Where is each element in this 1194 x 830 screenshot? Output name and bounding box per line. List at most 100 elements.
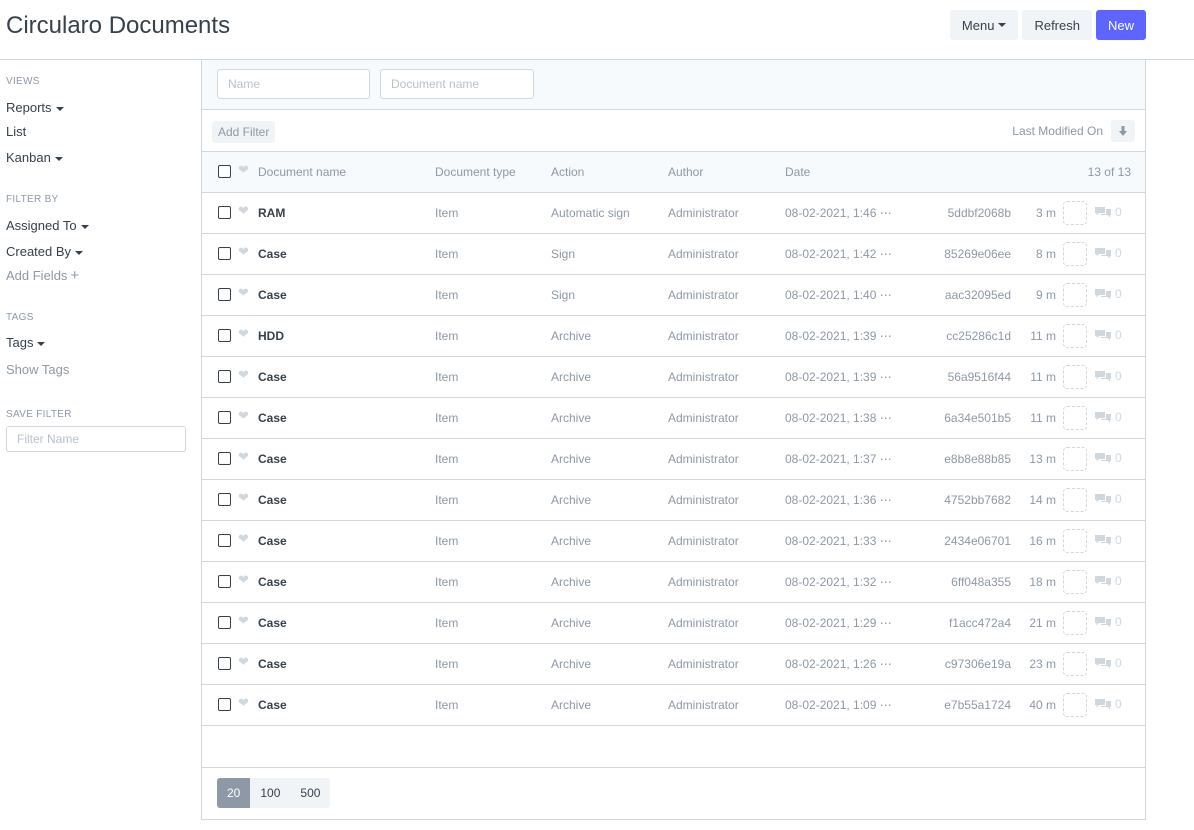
- row-checkbox[interactable]: [218, 288, 231, 301]
- avatar: [1063, 529, 1087, 553]
- heart-icon[interactable]: ❤: [238, 204, 252, 218]
- sidebar-item-kanban[interactable]: Kanban: [6, 150, 63, 165]
- table-row[interactable]: ❤ HDD Item Archive Administrator 08-02-2021, …: [202, 316, 1145, 357]
- table-row[interactable]: ❤ Case Item Archive Administrator 08-02-2021,…: [202, 357, 1145, 398]
- table-row[interactable]: ❤ Case Item Archive Administrator 08-02-2021,…: [202, 562, 1145, 603]
- date-cell: 08-02-2021, 1:33 ⋯: [785, 534, 892, 548]
- document-name-link[interactable]: Case: [258, 521, 287, 561]
- filter-name-input[interactable]: [6, 426, 186, 452]
- heart-icon[interactable]: ❤: [238, 655, 252, 669]
- document-name-link[interactable]: Case: [258, 603, 287, 643]
- table-row[interactable]: ❤ Case Item Sign Administrator 08-02-2021, 1:…: [202, 275, 1145, 316]
- row-checkbox[interactable]: [218, 657, 231, 670]
- table-row[interactable]: ❤ Case Item Sign Administrator 08-02-2021, 1:…: [202, 234, 1145, 275]
- row-checkbox[interactable]: [218, 616, 231, 629]
- document-name-link[interactable]: HDD: [258, 316, 284, 356]
- heart-icon[interactable]: ❤: [238, 163, 252, 177]
- heart-icon[interactable]: ❤: [238, 286, 252, 300]
- sidebar-item-list[interactable]: List: [6, 124, 26, 139]
- list-footer: 20 100 500: [202, 767, 1145, 819]
- avatar: [1063, 447, 1087, 471]
- document-name-link[interactable]: Case: [258, 562, 287, 602]
- document-id[interactable]: 4752bb7682: [944, 480, 1011, 520]
- heart-icon[interactable]: ❤: [238, 573, 252, 587]
- heart-icon[interactable]: ❤: [238, 245, 252, 259]
- document-id[interactable]: f1acc472a4: [949, 603, 1011, 643]
- heart-icon[interactable]: ❤: [238, 450, 252, 464]
- document-name-filter-input[interactable]: [380, 69, 534, 99]
- row-checkbox[interactable]: [218, 698, 231, 711]
- document-name-link[interactable]: RAM: [258, 193, 285, 233]
- row-checkbox[interactable]: [218, 206, 231, 219]
- document-id[interactable]: 56a9516f44: [948, 357, 1011, 397]
- heart-icon[interactable]: ❤: [238, 696, 252, 710]
- document-name-link[interactable]: Case: [258, 275, 287, 315]
- document-name-link[interactable]: Case: [258, 480, 287, 520]
- row-checkbox[interactable]: [218, 329, 231, 342]
- document-name-link[interactable]: Case: [258, 439, 287, 479]
- document-id[interactable]: 6ff048a355: [951, 562, 1011, 602]
- refresh-button[interactable]: Refresh: [1022, 10, 1092, 40]
- row-checkbox[interactable]: [218, 534, 231, 547]
- row-checkbox[interactable]: [218, 493, 231, 506]
- menu-button[interactable]: Menu: [949, 10, 1019, 40]
- comment-count: 0: [1095, 533, 1122, 547]
- document-id[interactable]: aac32095ed: [945, 275, 1011, 315]
- page-length-20[interactable]: 20: [217, 778, 251, 808]
- created-by-filter[interactable]: Created By: [6, 244, 84, 259]
- table-row[interactable]: ❤ Case Item Archive Administrator 08-02-2021,…: [202, 685, 1145, 726]
- table-row[interactable]: ❤ Case Item Archive Administrator 08-02-2021,…: [202, 439, 1145, 480]
- document-id[interactable]: 85269e06ee: [944, 234, 1011, 274]
- table-row[interactable]: ❤ Case Item Archive Administrator 08-02-2021,…: [202, 644, 1145, 685]
- heart-icon[interactable]: ❤: [238, 614, 252, 628]
- name-filter-input[interactable]: [217, 69, 370, 99]
- document-name-link[interactable]: Case: [258, 398, 287, 438]
- comment-count: 0: [1095, 656, 1122, 670]
- table-row[interactable]: ❤ Case Item Archive Administrator 08-02-2021,…: [202, 398, 1145, 439]
- document-id[interactable]: c97306e19a: [945, 644, 1011, 684]
- table-row[interactable]: ❤ Case Item Archive Administrator 08-02-2021,…: [202, 603, 1145, 644]
- row-checkbox[interactable]: [218, 411, 231, 424]
- date-cell: 08-02-2021, 1:38 ⋯: [785, 411, 892, 425]
- document-id[interactable]: 2434e06701: [944, 521, 1011, 561]
- add-filter-button[interactable]: Add Filter: [212, 121, 276, 143]
- author-cell: Administrator: [668, 698, 739, 712]
- heart-icon[interactable]: ❤: [238, 368, 252, 382]
- comment-icon: [1095, 207, 1111, 218]
- table-row[interactable]: ❤ Case Item Archive Administrator 08-02-2021,…: [202, 521, 1145, 562]
- new-button[interactable]: New: [1095, 10, 1146, 40]
- row-checkbox[interactable]: [218, 452, 231, 465]
- document-id[interactable]: e8b8e88b85: [944, 439, 1011, 479]
- document-name-link[interactable]: Case: [258, 644, 287, 684]
- heart-icon[interactable]: ❤: [238, 532, 252, 546]
- document-name-link[interactable]: Case: [258, 357, 287, 397]
- add-fields-link[interactable]: Add Fields +: [6, 267, 79, 284]
- document-name-link[interactable]: Case: [258, 234, 287, 274]
- heart-icon[interactable]: ❤: [238, 327, 252, 341]
- page-length-500[interactable]: 500: [290, 778, 331, 808]
- table-row[interactable]: ❤ RAM Item Automatic sign Administrator 08-02…: [202, 193, 1145, 234]
- author-cell: Administrator: [668, 575, 739, 589]
- select-all-checkbox[interactable]: [218, 165, 231, 178]
- row-checkbox[interactable]: [218, 247, 231, 260]
- document-id[interactable]: 6a34e501b5: [944, 398, 1011, 438]
- sort-selector[interactable]: Last Modified On: [1012, 124, 1103, 138]
- document-name-link[interactable]: Case: [258, 685, 287, 725]
- row-checkbox[interactable]: [218, 575, 231, 588]
- table-row[interactable]: ❤ Case Item Archive Administrator 08-02-2021,…: [202, 480, 1145, 521]
- tags-dropdown[interactable]: Tags: [6, 335, 46, 350]
- document-id[interactable]: e7b55a1724: [944, 685, 1011, 725]
- document-id[interactable]: 5ddbf2068b: [948, 193, 1011, 233]
- show-tags-link[interactable]: Show Tags: [6, 362, 69, 377]
- row-checkbox[interactable]: [218, 370, 231, 383]
- heart-icon[interactable]: ❤: [238, 491, 252, 505]
- document-id[interactable]: cc25286c1d: [946, 316, 1011, 356]
- heart-icon[interactable]: ❤: [238, 409, 252, 423]
- document-type-cell: Item: [435, 698, 459, 712]
- assigned-to-filter[interactable]: Assigned To: [6, 218, 89, 233]
- avatar: [1063, 283, 1087, 307]
- sort-order-button[interactable]: [1111, 120, 1135, 142]
- comment-count: 0: [1095, 697, 1122, 711]
- sidebar-item-reports[interactable]: Reports: [6, 100, 64, 115]
- page-length-100[interactable]: 100: [250, 778, 291, 808]
